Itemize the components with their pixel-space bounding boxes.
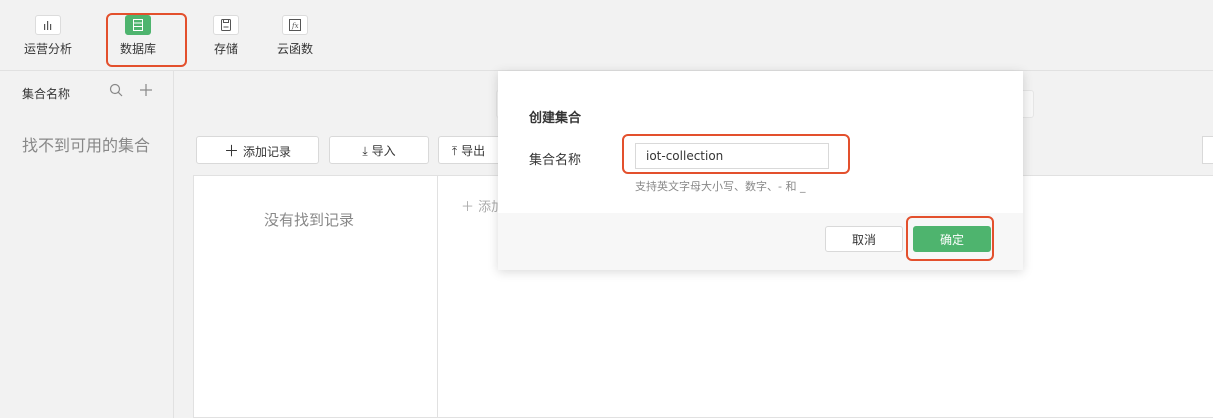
tool-cloud-function[interactable]: fx 云函数 xyxy=(265,15,325,65)
chart-bars-icon xyxy=(35,15,61,35)
add-collection-icon[interactable] xyxy=(139,83,153,101)
import-label: 导入 xyxy=(371,144,396,158)
tool-storage[interactable]: 存储 xyxy=(196,15,256,65)
export-button[interactable]: ⤒ 导出 xyxy=(438,136,498,164)
tool-analytics[interactable]: 运营分析 xyxy=(18,15,78,65)
tool-cloud-function-label: 云函数 xyxy=(276,42,313,56)
input-highlight-frame xyxy=(622,134,850,174)
plus-icon: ＋ xyxy=(461,200,475,215)
sidebar-title: 集合名称 xyxy=(22,87,71,101)
plus-icon: ＋ xyxy=(223,142,239,160)
download-arrow-icon: ⤓ xyxy=(362,144,368,158)
filter-input-edge[interactable] xyxy=(1202,136,1213,164)
top-toolbar: 运营分析 数据库 存储 fx 云函数 xyxy=(0,0,1213,71)
cancel-button[interactable]: 取消 xyxy=(825,226,903,252)
dialog-footer: 取消 确定 xyxy=(498,213,1023,270)
dialog-title: 创建集合 xyxy=(529,111,582,126)
confirm-highlight-frame xyxy=(906,216,994,261)
no-records-text: 没有找到记录 xyxy=(264,211,355,229)
search-icon[interactable] xyxy=(109,83,123,101)
add-record-label: 添加记录 xyxy=(243,145,292,159)
no-collection-text: 找不到可用的集合 xyxy=(22,136,151,155)
fx-glyph: fx xyxy=(291,22,299,30)
save-disk-icon xyxy=(213,15,239,35)
function-fx-icon: fx xyxy=(282,15,308,35)
record-list-panel: 没有找到记录 xyxy=(193,175,438,418)
export-label: 导出 xyxy=(461,144,486,158)
collection-sidebar: 集合名称 找不到可用的集合 xyxy=(0,71,174,418)
import-button[interactable]: ⤓ 导入 xyxy=(329,136,429,164)
database-highlight-frame xyxy=(106,13,187,67)
tool-analytics-label: 运营分析 xyxy=(23,42,72,56)
tool-storage-label: 存储 xyxy=(213,42,238,56)
create-collection-dialog: 创建集合 集合名称 支持英文字母大小写、数字、- 和 _ 取消 确定 xyxy=(498,71,1023,270)
add-record-button[interactable]: ＋ 添加记录 xyxy=(196,136,319,164)
collection-name-label: 集合名称 xyxy=(529,153,582,168)
upload-arrow-icon: ⤒ xyxy=(451,144,458,158)
name-rule-hint: 支持英文字母大小写、数字、- 和 _ xyxy=(635,180,806,193)
